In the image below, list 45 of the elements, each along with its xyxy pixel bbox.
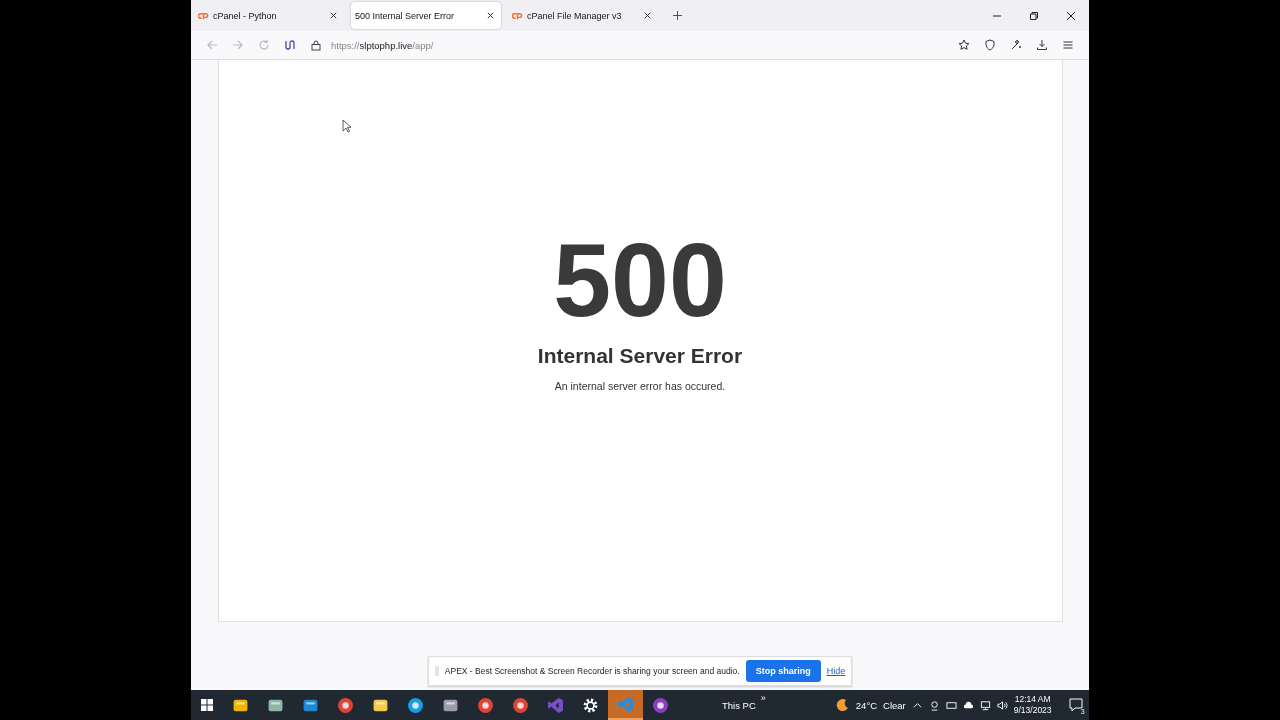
browser-tab[interactable]: cPanel File Manager v3 xyxy=(508,2,658,29)
stop-sharing-button[interactable]: Stop sharing xyxy=(745,660,821,682)
volume-icon[interactable] xyxy=(996,699,1008,711)
hide-link[interactable]: Hide xyxy=(826,666,846,676)
menu-icon[interactable] xyxy=(1062,39,1074,51)
cloud-icon[interactable] xyxy=(962,699,974,711)
network-icon[interactable] xyxy=(979,699,991,711)
clock-date[interactable]: 9/13/2023 xyxy=(1013,705,1052,716)
download-icon[interactable] xyxy=(1036,39,1048,51)
sparkle-icon[interactable] xyxy=(1010,39,1022,51)
address-field[interactable]: https://slptophp.live/app/ xyxy=(331,39,951,51)
toolbar-label[interactable]: This PC xyxy=(722,699,756,711)
browser-icon[interactable] xyxy=(407,696,424,714)
close-icon[interactable] xyxy=(329,11,338,20)
restore-icon[interactable] xyxy=(1029,10,1039,21)
shield-icon[interactable] xyxy=(984,39,996,51)
weather-condition[interactable]: Clear xyxy=(883,699,906,711)
star-icon[interactable] xyxy=(958,39,970,51)
browser-tab[interactable]: cPanel - Python xyxy=(194,2,344,29)
browser-icon[interactable] xyxy=(337,696,354,714)
cpanel-icon xyxy=(512,11,523,20)
cpanel-icon xyxy=(198,11,209,20)
clock-time[interactable]: 12:14 AM xyxy=(1014,694,1051,705)
settings-icon[interactable] xyxy=(582,696,599,714)
ide-icon[interactable] xyxy=(547,696,564,714)
webcam-icon[interactable] xyxy=(928,699,940,711)
lock-icon[interactable] xyxy=(310,39,322,51)
cursor-icon xyxy=(341,119,352,133)
new-tab-icon[interactable] xyxy=(673,11,682,20)
error-title: Internal Server Error xyxy=(537,344,743,368)
error-code: 500 xyxy=(553,230,727,330)
toolbar-more[interactable]: » xyxy=(760,693,766,703)
windows-start-icon[interactable] xyxy=(201,699,213,711)
drag-handle-icon[interactable] xyxy=(434,666,439,676)
browser-tab[interactable]: 500 Internal Server Error xyxy=(351,2,501,29)
error-message: An internal server error has occured. xyxy=(554,380,726,392)
close-icon[interactable] xyxy=(1066,10,1076,21)
close-icon[interactable] xyxy=(643,11,652,20)
browser-icon[interactable] xyxy=(652,696,669,714)
browser-icon[interactable] xyxy=(477,696,494,714)
sharing-message: APEX - Best Screenshot & Screen Recorder is sharing your screen and audio. xyxy=(444,666,740,676)
notification-icon[interactable] xyxy=(1068,698,1083,712)
close-icon[interactable] xyxy=(486,11,495,20)
browser-icon[interactable] xyxy=(512,696,529,714)
temperature[interactable]: 24°C xyxy=(855,699,878,711)
